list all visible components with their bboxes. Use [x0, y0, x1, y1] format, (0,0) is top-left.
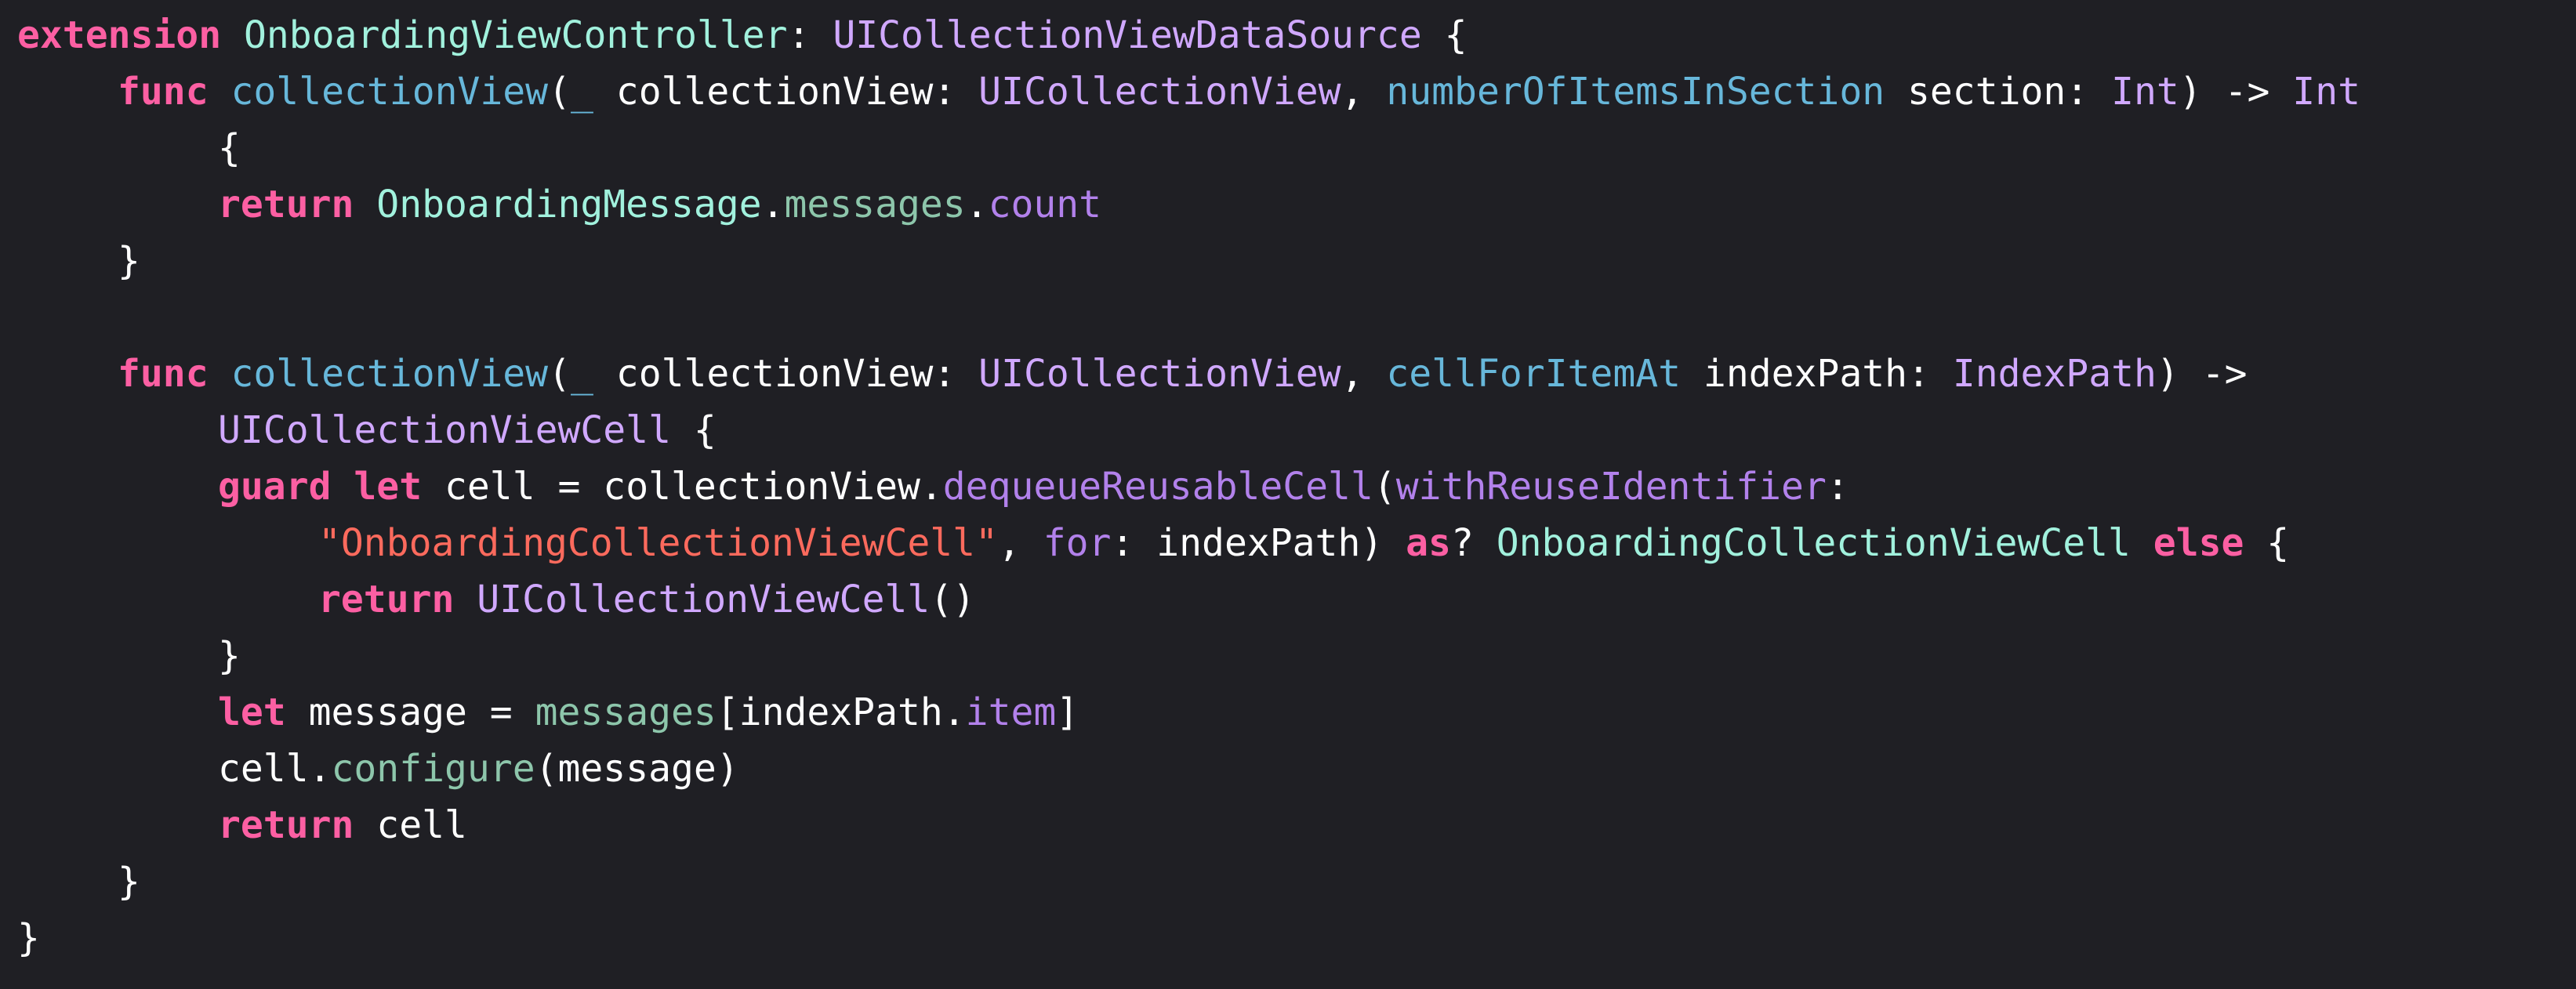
code-token-kw: let	[218, 690, 286, 734]
code-token-kw: func	[118, 70, 209, 114]
code-token-type: UICollectionViewCell	[218, 408, 671, 452]
code-token-plain: section:	[1885, 70, 2112, 114]
code-token-kw: extension	[17, 13, 222, 57]
code-line[interactable]: extension OnboardingViewController: UICo…	[0, 7, 2576, 63]
code-token-type: UICollectionViewDataSource	[833, 13, 1422, 57]
code-token-plain: ]	[1056, 690, 1079, 734]
code-token-plain: {	[218, 126, 241, 170]
code-token-plain: : indexPath)	[1111, 521, 1406, 565]
code-token-fn: collectionView	[230, 352, 549, 396]
code-line[interactable]: }	[0, 233, 2576, 289]
code-token-kw: func	[118, 352, 209, 396]
code-token-plain: {	[1421, 13, 1468, 57]
code-line[interactable]: func collectionView(_ collectionView: UI…	[0, 346, 2576, 402]
code-token-plain: (	[548, 70, 571, 114]
code-token-kw: guard	[218, 465, 332, 509]
code-token-plain: cell.	[218, 747, 332, 791]
code-token-plain: :	[787, 13, 833, 57]
code-token-plain: {	[670, 408, 717, 452]
code-token-plain: collectionView:	[593, 352, 979, 396]
code-line[interactable]: return UICollectionViewCell()	[0, 571, 2576, 628]
code-line[interactable]: return OnboardingMessage.messages.count	[0, 176, 2576, 233]
code-token-str: "OnboardingCollectionViewCell"	[318, 521, 998, 565]
code-token-plain: ()	[930, 578, 976, 621]
code-token-kw: let	[354, 465, 423, 509]
code-line[interactable]: guard let cell = collectionView.dequeueR…	[0, 458, 2576, 515]
code-token-plain: :	[1826, 465, 1849, 509]
code-token-plain: indexPath:	[1681, 352, 1953, 396]
code-token-fn: collectionView	[230, 70, 549, 114]
code-token-plain: ?	[1450, 521, 1497, 565]
code-line[interactable]: }	[0, 853, 2576, 910]
code-token-plain: .	[965, 183, 989, 226]
code-token-plain: ,	[1341, 70, 1387, 114]
code-token-sys: dequeueReusableCell	[942, 465, 1373, 509]
code-token-type: Int	[2292, 70, 2360, 114]
code-token-sys: for	[1043, 521, 1112, 565]
code-token-type: UICollectionView	[978, 352, 1341, 396]
code-token-plain: ) ->	[2179, 70, 2293, 114]
code-token-ptype: OnboardingViewController	[244, 13, 788, 57]
code-token-plain: (	[1373, 465, 1396, 509]
code-token-proj: messages	[784, 183, 966, 226]
code-token-sys: count	[988, 183, 1102, 226]
code-token-type: Int	[2111, 70, 2179, 114]
code-token-kw: as	[1406, 521, 1451, 565]
code-token-plain: }	[118, 860, 140, 904]
code-line[interactable]: }	[0, 628, 2576, 684]
code-line[interactable]: cell.configure(message)	[0, 741, 2576, 797]
code-token-plain: (	[548, 352, 571, 396]
code-line[interactable]: UICollectionViewCell {	[0, 402, 2576, 458]
code-token-plain: ,	[997, 521, 1043, 565]
code-token-plain: cell = collectionView.	[422, 465, 943, 509]
code-token-kw: return	[218, 183, 354, 226]
code-token-sys: item	[965, 690, 1057, 734]
code-token-plain: [indexPath.	[716, 690, 966, 734]
code-token-plain: cell	[354, 803, 467, 847]
code-token-plain: }	[17, 916, 40, 960]
code-token-plain: }	[118, 239, 140, 283]
code-line[interactable]: }	[0, 910, 2576, 966]
code-token-proj: configure	[331, 747, 535, 791]
code-token-sys: withReuseIdentifier	[1395, 465, 1827, 509]
code-token-fn: cellForItemAt	[1386, 352, 1682, 396]
code-token-proj: messages	[535, 690, 717, 734]
code-token-plain: ) ->	[2156, 352, 2248, 396]
code-token-type: UICollectionView	[978, 70, 1341, 114]
code-token-kw: else	[2153, 521, 2244, 565]
code-line[interactable]	[0, 289, 2576, 346]
code-line[interactable]: {	[0, 120, 2576, 176]
code-token-fn: numberOfItemsInSection	[1386, 70, 1885, 114]
code-line[interactable]: return cell	[0, 797, 2576, 853]
code-token-kw: return	[318, 578, 455, 621]
code-token-plain: (message)	[535, 747, 739, 791]
code-token-ptype: OnboardingMessage	[376, 183, 762, 226]
code-token-fn: _	[570, 352, 593, 396]
code-token-kw: return	[218, 803, 354, 847]
code-token-plain: .	[761, 183, 785, 226]
code-line[interactable]: let message = messages[indexPath.item]	[0, 684, 2576, 741]
code-token-ptype: OnboardingCollectionViewCell	[1496, 521, 2131, 565]
code-token-plain: collectionView:	[593, 70, 979, 114]
code-token-type: UICollectionViewCell	[477, 578, 931, 621]
code-token-plain: {	[2244, 521, 2290, 565]
code-token-plain: ,	[1341, 352, 1387, 396]
code-token-fn: _	[570, 70, 593, 114]
code-token-plain: }	[218, 634, 241, 678]
code-token-type: IndexPath	[1952, 352, 2157, 396]
code-line[interactable]: func collectionView(_ collectionView: UI…	[0, 63, 2576, 120]
code-editor[interactable]: extension OnboardingViewController: UICo…	[0, 0, 2576, 989]
code-token-plain: message =	[285, 690, 535, 734]
code-line[interactable]: "OnboardingCollectionViewCell", for: ind…	[0, 515, 2576, 571]
